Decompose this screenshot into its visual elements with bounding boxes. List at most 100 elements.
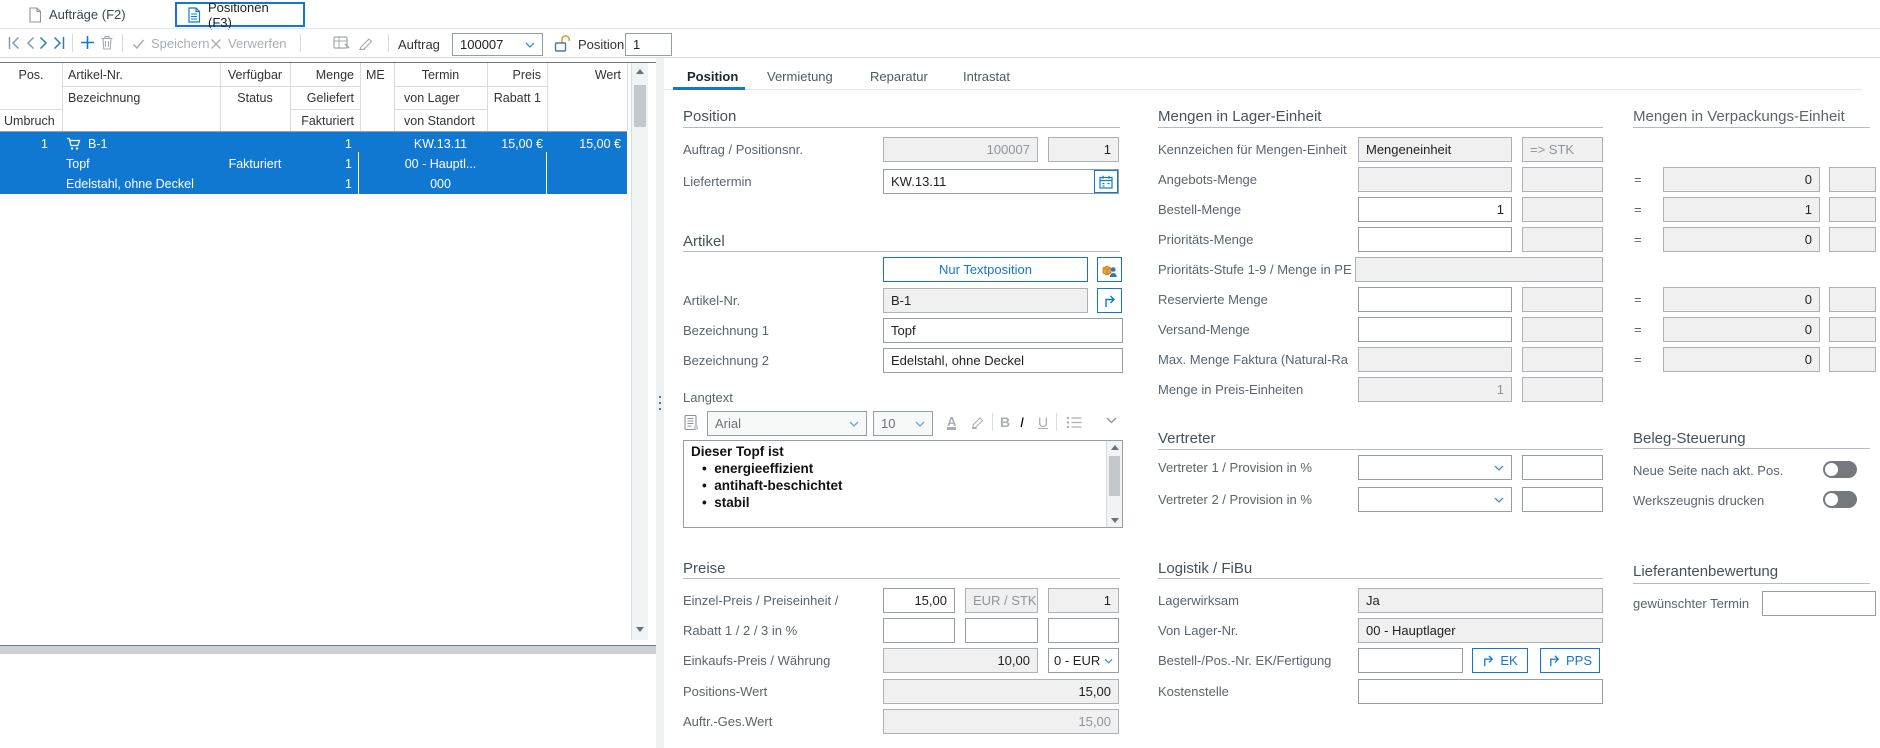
gesamtwert-label: Auftr.-Ges.Wert <box>683 714 772 729</box>
rabatt1-input[interactable] <box>883 618 955 643</box>
tab-intrastat[interactable]: Intrastat <box>963 69 1010 84</box>
add-position-button[interactable] <box>80 35 95 50</box>
article-lookup-button[interactable] <box>1097 257 1122 282</box>
col-header-fakturiert[interactable]: Fakturiert <box>290 109 360 132</box>
unlock-icon[interactable] <box>553 34 571 53</box>
nur-textposition-button[interactable]: Nur Textposition <box>883 257 1088 282</box>
angebots-menge-field2 <box>1522 167 1603 192</box>
col-header-me[interactable]: ME <box>360 63 394 86</box>
col-header-geliefert[interactable]: Geliefert <box>290 86 360 109</box>
scrollbar-thumb[interactable] <box>634 85 646 127</box>
neue-seite-toggle[interactable] <box>1823 461 1857 478</box>
table-row[interactable]: 1 B-1 1 KW.13.11 15,00 € 15,00 € Topf Fa… <box>0 132 627 194</box>
nav-first-button[interactable] <box>7 36 21 50</box>
vertreter2-select[interactable] <box>1358 487 1512 512</box>
tab-vermietung[interactable]: Vermietung <box>767 69 833 84</box>
highlight-button[interactable] <box>970 414 985 429</box>
section-title-preise: Preise <box>683 560 726 577</box>
scroll-down-icon <box>1111 518 1119 523</box>
col-header-verfuegbar[interactable]: Verfügbar <box>220 63 290 86</box>
chevron-down-icon <box>1104 658 1113 664</box>
vertreter2-label: Vertreter 2 / Provision in % <box>1158 492 1312 507</box>
waehrung-select[interactable]: 0 - EUR <box>1048 648 1119 673</box>
scroll-up-icon[interactable] <box>636 69 644 74</box>
chevron-down-icon <box>1494 465 1504 471</box>
editor-scrollbar[interactable] <box>1106 441 1122 527</box>
vp-menge-field2-5 <box>1829 317 1876 342</box>
liefertermin-input[interactable]: KW.13.11 <box>883 169 1119 194</box>
goto-pps-button[interactable]: PPS <box>1540 648 1600 673</box>
font-color-button[interactable]: A <box>947 414 956 430</box>
tab-reparatur[interactable]: Reparatur <box>870 69 928 84</box>
grid-tool-button[interactable] <box>333 35 350 50</box>
rabatt2-input[interactable] <box>965 618 1038 643</box>
horizontal-splitter[interactable] <box>0 646 656 654</box>
nav-last-button[interactable] <box>52 36 66 50</box>
save-button[interactable]: Speichern <box>132 36 210 51</box>
discard-label: Verwerfen <box>228 36 287 51</box>
discard-button[interactable]: Verwerfen <box>210 36 287 51</box>
italic-button[interactable]: I <box>1020 414 1024 430</box>
liefertermin-label: Liefertermin <box>683 174 752 189</box>
chevron-down-icon <box>849 421 859 427</box>
more-formatting-button[interactable] <box>1106 417 1117 424</box>
werkszeugnis-toggle[interactable] <box>1823 491 1857 508</box>
tab-positionen[interactable]: Positionen (F3) <box>175 2 305 27</box>
col-header-pos[interactable]: Pos. <box>0 63 62 86</box>
col-header-status[interactable]: Status <box>220 86 290 109</box>
rabatt3-input[interactable] <box>1048 618 1119 643</box>
row-artikel-nr: B-1 <box>88 137 107 151</box>
col-header-von-standort[interactable]: von Standort <box>394 109 487 132</box>
einzelpreis-input[interactable]: 15,00 <box>883 588 955 613</box>
richtext-source-button[interactable] <box>683 414 699 431</box>
versand-menge-input[interactable] <box>1358 317 1512 342</box>
col-header-bezeichnung[interactable]: Bezeichnung <box>62 86 220 109</box>
font-size-select[interactable]: 10 <box>873 411 933 436</box>
bestell-pos-nr-input[interactable] <box>1358 648 1463 673</box>
provision2-input[interactable] <box>1522 487 1603 512</box>
toolbar-bottom-border <box>0 57 1880 58</box>
col-header-von-lager[interactable]: von Lager <box>394 86 487 109</box>
langtext-editor[interactable]: Dieser Topf ist • energieeffizient • ant… <box>683 440 1123 528</box>
goto-ek-button[interactable]: EK <box>1472 648 1528 673</box>
einkaufspreis-label: Einkaufs-Preis / Währung <box>683 653 830 668</box>
kostenstelle-input[interactable] <box>1358 679 1603 704</box>
col-header-umbruch[interactable]: Umbruch <box>0 109 62 132</box>
col-header-rabatt1[interactable]: Rabatt 1 <box>487 86 547 109</box>
font-color-icon: A <box>947 414 956 429</box>
vp-menge-field2-4 <box>1829 287 1876 312</box>
bezeichnung1-input[interactable]: Topf <box>883 318 1123 343</box>
bestell-menge-input[interactable]: 1 <box>1358 197 1512 222</box>
col-header-artikel-nr[interactable]: Artikel-Nr. <box>62 63 220 86</box>
prioritaets-menge-input[interactable] <box>1358 227 1512 252</box>
vertical-splitter[interactable] <box>656 58 664 748</box>
row-termin: KW.13.11 <box>414 137 467 151</box>
bullet-list-button[interactable] <box>1066 416 1082 429</box>
calendar-button[interactable] <box>1094 170 1118 193</box>
scroll-down-icon[interactable] <box>636 627 644 632</box>
menge-preiseinheiten-label: Menge in Preis-Einheiten <box>1158 382 1303 397</box>
delete-position-button[interactable] <box>100 35 114 50</box>
tab-auftraege[interactable]: Aufträge (F2) <box>28 3 126 26</box>
col-header-menge[interactable]: Menge <box>290 63 360 86</box>
vertreter1-select[interactable] <box>1358 455 1512 480</box>
provision1-input[interactable] <box>1522 455 1603 480</box>
bestell-menge-label: Bestell-Menge <box>1158 202 1241 217</box>
bold-button[interactable]: B <box>1000 414 1010 430</box>
auftrag-combobox[interactable]: 100007 <box>452 33 543 56</box>
underline-button[interactable]: U <box>1038 414 1048 430</box>
grid-scrollbar[interactable] <box>631 63 648 640</box>
goto-artikel-button[interactable] <box>1097 288 1122 313</box>
nav-next-button[interactable] <box>38 36 50 50</box>
edit-notes-button[interactable] <box>358 35 375 50</box>
col-header-termin[interactable]: Termin <box>394 63 487 86</box>
font-family-select[interactable]: Arial <box>707 411 867 436</box>
bezeichnung2-input[interactable]: Edelstahl, ohne Deckel <box>883 348 1123 373</box>
position-input[interactable]: 1 <box>625 33 672 56</box>
gewuenschter-termin-input[interactable] <box>1762 591 1876 616</box>
col-header-preis[interactable]: Preis <box>487 63 547 86</box>
col-header-wert[interactable]: Wert <box>547 63 627 86</box>
nav-prev-button[interactable] <box>24 36 36 50</box>
tab-position[interactable]: Position <box>687 69 738 84</box>
reservierte-menge-input[interactable] <box>1358 287 1512 312</box>
